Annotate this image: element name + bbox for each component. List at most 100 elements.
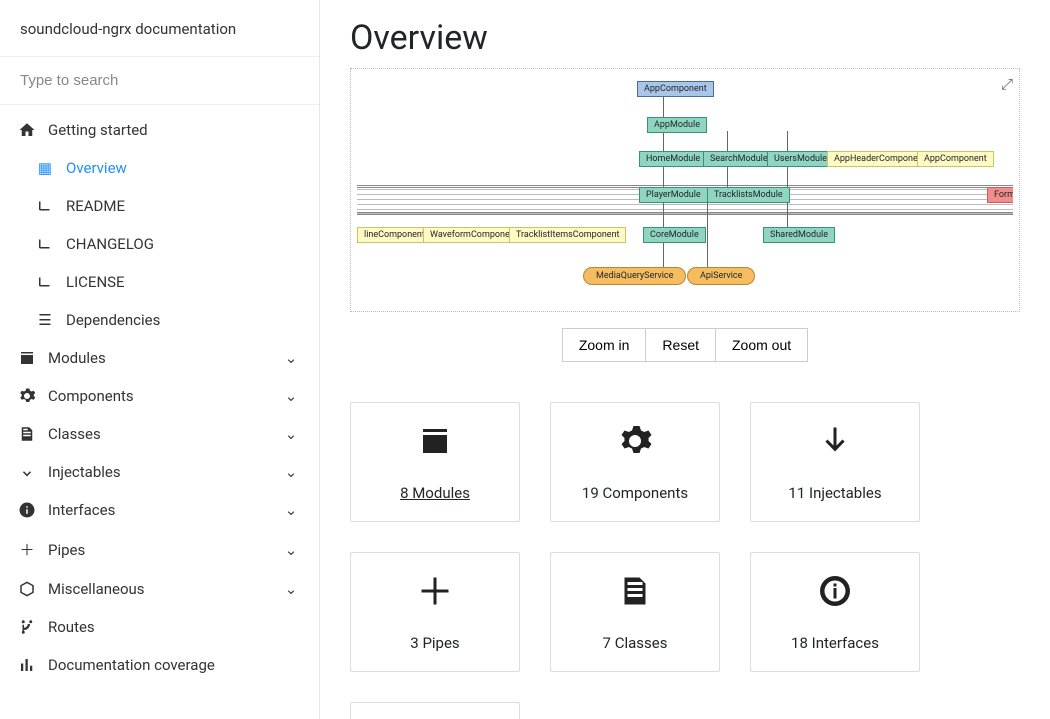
nav-getting-started[interactable]: Getting started <box>0 111 319 149</box>
plus-icon <box>417 573 453 618</box>
nav-label: Pipes <box>48 541 85 559</box>
card-label: 3 Pipes <box>410 634 459 652</box>
list-icon: ☰ <box>36 311 54 329</box>
arrow-down-icon <box>18 463 36 481</box>
graph-node: HomeModule <box>639 151 707 167</box>
nav-label: Modules <box>48 349 106 367</box>
nav-overview[interactable]: ▦ Overview <box>0 149 319 187</box>
home-icon <box>18 121 36 139</box>
graph-node: lineComponent <box>357 227 432 243</box>
chevron-down-icon: ⌄ <box>281 349 301 367</box>
nav-classes[interactable]: Classes ⌄ <box>0 415 319 453</box>
card-modules[interactable]: 8 Modules <box>350 402 520 522</box>
gear-icon <box>18 387 36 405</box>
summary-cards: 8 Modules 19 Components 11 Injectables 3… <box>350 402 1020 719</box>
side-nav: Getting started ▦ Overview README CHANGE… <box>0 105 319 719</box>
graph-node: FormatTi <box>987 187 1013 203</box>
graph-node: AppComponent <box>917 151 994 167</box>
nav-label: Routes <box>48 618 95 636</box>
search-container <box>0 57 319 105</box>
doc-icon <box>617 573 653 618</box>
nav-label: Interfaces <box>48 501 115 519</box>
nav-label: README <box>66 197 125 215</box>
graph-node: AppModule <box>647 117 707 133</box>
graph-node: AppComponent <box>637 81 714 97</box>
graph-node: SearchModule <box>703 151 775 167</box>
info-icon <box>817 573 853 618</box>
card-label: 8 Modules <box>400 484 470 502</box>
card-partial[interactable] <box>350 702 520 719</box>
plus-icon: ＋ <box>18 539 36 560</box>
nav-coverage[interactable]: Documentation coverage <box>0 646 319 684</box>
app-title: soundcloud-ngrx documentation <box>0 0 319 57</box>
main-content: Overview ⤢ AppComponent AppModule HomeMo… <box>320 0 1050 719</box>
nav-dependencies[interactable]: ☰ Dependencies <box>0 301 319 339</box>
nav-label: Documentation coverage <box>48 656 215 674</box>
chart-icon <box>18 656 36 674</box>
chevron-down-icon: ⌄ <box>281 501 301 519</box>
graph-node: CoreModule <box>643 227 706 243</box>
card-label: 18 Interfaces <box>791 634 879 652</box>
page-title: Overview <box>350 18 1020 58</box>
zoom-in-button[interactable]: Zoom in <box>562 328 647 362</box>
grid-icon: ▦ <box>36 159 54 177</box>
graph-node: ApiService <box>687 267 755 285</box>
chevron-down-icon: ⌄ <box>281 541 301 559</box>
search-input[interactable] <box>20 72 299 89</box>
graph-node: UsersModule <box>767 151 834 167</box>
nav-changelog[interactable]: CHANGELOG <box>0 225 319 263</box>
book-icon <box>36 235 54 253</box>
chevron-down-icon: ⌄ <box>281 580 301 598</box>
chevron-down-icon: ⌄ <box>281 425 301 443</box>
graph-node: TracklistItemsComponent <box>509 227 626 243</box>
branch-icon <box>18 618 36 636</box>
card-label: 11 Injectables <box>788 484 881 502</box>
zoom-out-button[interactable]: Zoom out <box>716 328 808 362</box>
nav-interfaces[interactable]: Interfaces ⌄ <box>0 491 319 529</box>
nav-label: Injectables <box>48 463 121 481</box>
arrow-down-icon <box>817 423 853 468</box>
card-classes[interactable]: 7 Classes <box>550 552 720 672</box>
graph-node: SharedModule <box>763 227 835 243</box>
card-pipes[interactable]: 3 Pipes <box>350 552 520 672</box>
nav-label: CHANGELOG <box>66 235 154 253</box>
nav-readme[interactable]: README <box>0 187 319 225</box>
nav-modules[interactable]: Modules ⌄ <box>0 339 319 377</box>
card-label: 7 Classes <box>603 634 668 652</box>
nav-injectables[interactable]: Injectables ⌄ <box>0 453 319 491</box>
nav-components[interactable]: Components ⌄ <box>0 377 319 415</box>
nav-pipes[interactable]: ＋ Pipes ⌄ <box>0 529 319 570</box>
reset-button[interactable]: Reset <box>646 328 716 362</box>
card-components[interactable]: 19 Components <box>550 402 720 522</box>
dependency-graph-container: ⤢ AppComponent AppModule HomeModule Sear… <box>350 68 1020 312</box>
zoom-controls: Zoom in Reset Zoom out <box>350 328 1020 362</box>
card-interfaces[interactable]: 18 Interfaces <box>750 552 920 672</box>
nav-label: Dependencies <box>66 311 160 329</box>
nav-label: Getting started <box>48 121 148 139</box>
doc-icon <box>18 425 36 443</box>
nav-label: Components <box>48 387 134 405</box>
sidebar: soundcloud-ngrx documentation Getting st… <box>0 0 320 719</box>
dependency-graph[interactable]: AppComponent AppModule HomeModule Search… <box>357 75 1013 293</box>
book-icon <box>36 197 54 215</box>
card-injectables[interactable]: 11 Injectables <box>750 402 920 522</box>
chevron-down-icon: ⌄ <box>281 387 301 405</box>
archive-icon <box>18 349 36 367</box>
graph-node: PlayerModule <box>639 187 708 203</box>
book-icon <box>36 273 54 291</box>
chevron-down-icon: ⌄ <box>281 463 301 481</box>
nav-label: LICENSE <box>66 273 125 291</box>
cube-icon <box>18 580 36 598</box>
nav-license[interactable]: LICENSE <box>0 263 319 301</box>
graph-node: MediaQueryService <box>583 267 686 285</box>
graph-node: TracklistsModule <box>707 187 790 203</box>
nav-misc[interactable]: Miscellaneous ⌄ <box>0 570 319 608</box>
archive-icon <box>417 423 453 468</box>
nav-label: Classes <box>48 425 101 443</box>
nav-label: Overview <box>66 159 127 177</box>
gear-icon <box>617 423 653 468</box>
info-icon <box>18 501 36 519</box>
card-label: 19 Components <box>582 484 688 502</box>
nav-label: Miscellaneous <box>48 580 145 598</box>
nav-routes[interactable]: Routes <box>0 608 319 646</box>
